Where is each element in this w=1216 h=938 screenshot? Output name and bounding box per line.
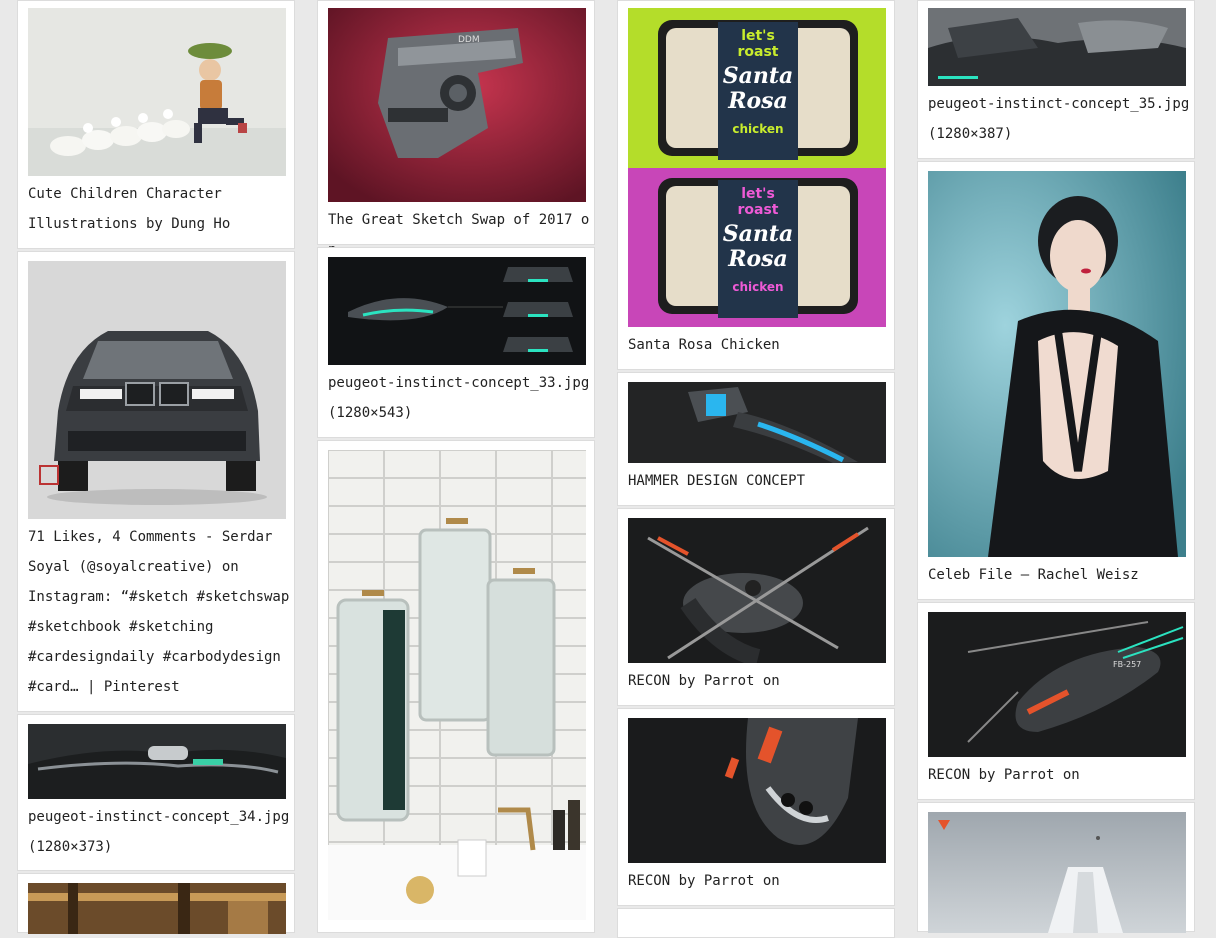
pin-card[interactable]: peugeot-instinct-concept_33.jpg (1280×54… [317, 247, 595, 438]
pin-caption: peugeot-instinct-concept_34.jpg (1280×37… [28, 809, 290, 855]
pin-image[interactable] [628, 382, 886, 463]
pin-image[interactable] [628, 518, 886, 663]
svg-text:let's: let's [741, 186, 775, 202]
pin-card[interactable]: HAMMER DESIGN CONCEPT [617, 372, 895, 506]
package-text: let's [741, 28, 775, 44]
pin-card[interactable] [917, 802, 1195, 933]
pin-caption: peugeot-instinct-concept_35.jpg (1280×38… [928, 96, 1190, 142]
pin-card[interactable] [617, 908, 895, 938]
pin-caption: Santa Rosa Chicken [628, 337, 780, 353]
pin-card[interactable]: peugeot-instinct-concept_35.jpg (1280×38… [917, 0, 1195, 159]
pin-image[interactable]: let's roast Santa Rosa chicken let's roa… [628, 8, 886, 327]
pin-card[interactable]: RECON by Parrot on [617, 708, 895, 906]
pin-image[interactable] [928, 171, 1186, 557]
pin-caption: RECON by Parrot on [928, 767, 1080, 783]
pin-caption: RECON by Parrot on [628, 673, 780, 689]
pin-card[interactable] [317, 440, 595, 933]
pin-card[interactable]: peugeot-instinct-concept_34.jpg (1280×37… [17, 714, 295, 871]
pin-card[interactable]: let's roast Santa Rosa chicken let's roa… [617, 0, 895, 370]
svg-text:chicken: chicken [732, 280, 783, 294]
svg-text:roast: roast [738, 202, 779, 218]
svg-text:roast: roast [738, 44, 779, 60]
pin-caption: peugeot-instinct-concept_33.jpg (1280×54… [328, 375, 590, 421]
svg-text:FB-257: FB-257 [1113, 660, 1141, 669]
svg-text:DDM: DDM [458, 35, 480, 45]
pin-image[interactable] [928, 812, 1186, 933]
pin-card[interactable] [17, 873, 295, 934]
svg-text:Santa: Santa [723, 221, 794, 247]
pin-card[interactable]: Cute Children Character Illustrations by… [17, 0, 295, 249]
pin-image[interactable] [28, 261, 286, 519]
pin-caption: Celeb File — Rachel Weisz [928, 567, 1139, 583]
pin-caption: 71 Likes, 4 Comments - Serdar Soyal (@so… [28, 529, 290, 695]
pin-image[interactable] [328, 450, 586, 920]
pin-caption: HAMMER DESIGN CONCEPT [628, 473, 806, 489]
pin-image[interactable]: DDM [328, 8, 586, 202]
pin-card[interactable]: 71 Likes, 4 Comments - Serdar Soyal (@so… [17, 251, 295, 712]
svg-text:chicken: chicken [732, 122, 783, 136]
svg-text:Rosa: Rosa [727, 246, 788, 272]
pin-card[interactable]: RECON by Parrot on [617, 508, 895, 706]
pin-card[interactable]: Celeb File — Rachel Weisz [917, 161, 1195, 600]
pin-card[interactable]: FB-257 RECON by Parrot on [917, 602, 1195, 800]
pin-image[interactable]: FB-257 [928, 612, 1186, 757]
pin-image[interactable] [28, 724, 286, 799]
pin-image[interactable] [628, 718, 886, 863]
pin-card[interactable]: DDM The Great Sketch Swap of 2017 on [317, 0, 595, 258]
svg-text:Rosa: Rosa [727, 88, 788, 114]
pin-image[interactable] [28, 883, 286, 934]
svg-text:Santa: Santa [723, 63, 794, 89]
pin-image[interactable] [28, 8, 286, 176]
pin-caption: Cute Children Character Illustrations by… [28, 186, 231, 232]
pin-image[interactable] [928, 8, 1186, 86]
pin-image[interactable] [328, 257, 586, 365]
pin-caption: RECON by Parrot on [628, 873, 780, 889]
